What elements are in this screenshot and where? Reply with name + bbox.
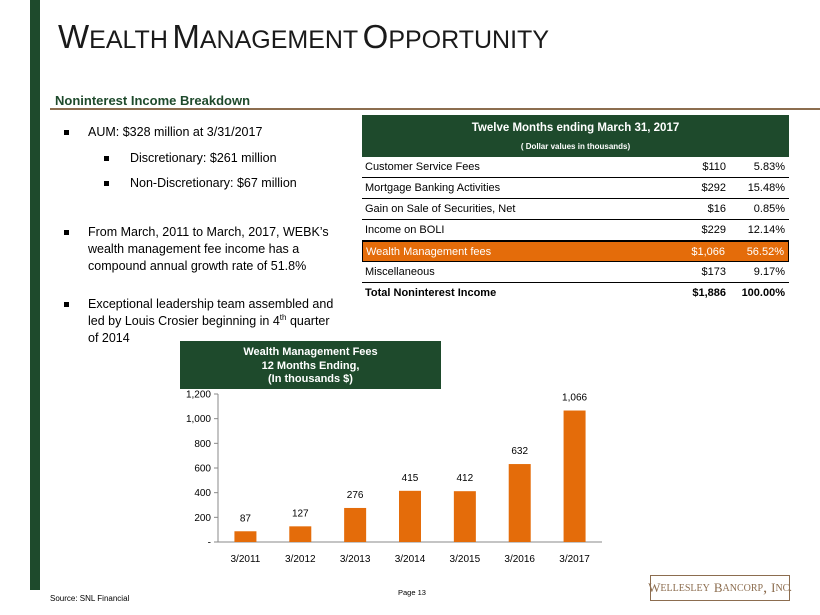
x-tick-label: 3/2012 [285, 554, 316, 565]
bar [563, 410, 586, 542]
y-tick-label: 200 [194, 513, 211, 524]
page-number: Page 13 [398, 588, 426, 597]
data-label: 276 [347, 490, 364, 501]
bar [234, 531, 257, 542]
data-label: 415 [402, 473, 419, 484]
x-tick-label: 3/2013 [340, 554, 371, 565]
data-label: 632 [511, 446, 528, 457]
source-note: Source: SNL Financial [50, 594, 130, 603]
bar [344, 507, 367, 542]
y-tick-label: 1,200 [186, 390, 211, 401]
bar [289, 526, 312, 542]
y-tick-label: 800 [194, 439, 211, 450]
x-tick-label: 3/2017 [559, 554, 590, 565]
x-tick-label: 3/2016 [504, 554, 535, 565]
data-label: 127 [292, 508, 309, 519]
bar [399, 490, 421, 542]
x-tick-label: 3/2011 [231, 554, 261, 565]
x-tick-label: 3/2014 [395, 554, 426, 565]
company-logo: W ELLESLEY B ANCORP, I NC. [648, 575, 792, 601]
y-tick-label: - [208, 538, 211, 549]
x-tick-label: 3/2015 [450, 554, 481, 565]
wealth-fees-bar-chart: - 200 400 600 800 1,000 1,200 87 3/2011 127 3/2012… [186, 390, 602, 565]
bar [453, 491, 476, 542]
y-tick-label: 400 [194, 488, 211, 499]
y-tick-label: 600 [194, 464, 211, 475]
data-label: 87 [240, 513, 252, 524]
data-label: 1,066 [562, 393, 587, 404]
data-label: 412 [457, 473, 474, 484]
y-tick-label: 1,000 [186, 414, 211, 425]
bar [508, 464, 531, 542]
